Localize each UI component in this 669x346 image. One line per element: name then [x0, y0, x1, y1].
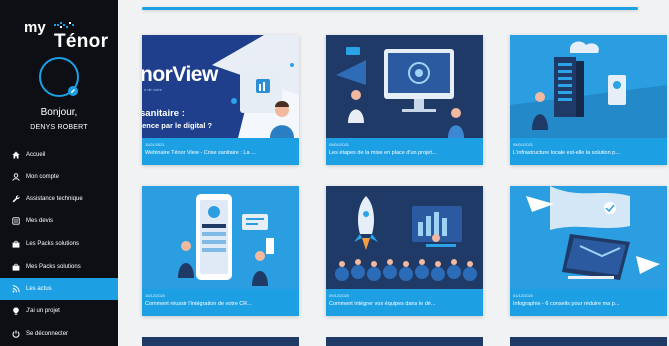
news-card-image [326, 186, 483, 289]
sidebar-item-label: J'ai un projet [26, 308, 60, 314]
news-card-title[interactable]: Les étapes de la mise en place d'un proj… [329, 150, 481, 156]
thumb-logo-text: norView [142, 63, 218, 86]
avatar-edit-button[interactable] [68, 86, 78, 96]
news-card[interactable]: 09/12/2020 Comment intégrer vos équipes … [326, 186, 483, 316]
news-card-date: 05/01/2021 [513, 142, 534, 147]
sidebar-item-label: Accueil [26, 152, 46, 158]
news-card-title[interactable]: L'infrastructure locale est-elle la solu… [513, 150, 665, 156]
sidebar-item-label: Se déconnecter [26, 331, 69, 337]
news-card-date: 15/12/2020 [145, 293, 166, 298]
thumb-tagline: n de votre [144, 87, 162, 92]
news-card-image [510, 35, 667, 138]
news-card[interactable]: 05/01/2021 L'infrastructure locale est-e… [510, 35, 667, 165]
greeting: Bonjour, [40, 107, 78, 118]
news-card-image [326, 35, 483, 138]
thumb-subline: ience par le digital ? [142, 121, 213, 130]
sidebar-item-mon-compte[interactable]: Mon compte [0, 166, 118, 188]
brand-logo[interactable]: my Ténor [22, 18, 108, 52]
thumb-headline: sanitaire : [142, 108, 185, 119]
wrench-icon [12, 195, 20, 203]
sidebar-item-deconnecter[interactable]: Se déconnecter [0, 323, 118, 345]
sidebar-item-projet[interactable]: J'ai un projet [0, 300, 118, 322]
news-card-partial[interactable] [510, 337, 667, 346]
news-card-title[interactable]: Comment intégrer vos équipes dans le dé.… [329, 301, 481, 307]
rss-icon [12, 285, 20, 293]
sidebar-item-mes-packs[interactable]: Mes Packs solutions [0, 256, 118, 278]
news-card[interactable]: norView n de votre sanitaire : ience par… [142, 35, 299, 165]
news-card-partial[interactable] [142, 337, 299, 346]
sidebar-item-accueil[interactable]: Accueil [0, 144, 118, 166]
news-card-title[interactable]: Webinaire Ténor View - Crise sanitaire :… [145, 150, 297, 156]
sidebar-item-label: Les Packs solutions [26, 241, 80, 247]
news-card-date: 11/01/2021 [145, 142, 165, 147]
news-card-title[interactable]: Comment réussir l'intégration de votre C… [145, 301, 297, 307]
news-card-partial[interactable] [326, 337, 483, 346]
sidebar: my Ténor Bonjour, DENYS ROBERT Accueil M… [0, 0, 118, 346]
sidebar-item-les-actus[interactable]: Les actus [0, 278, 118, 300]
news-card-title[interactable]: Infographie - 6 conseils pour réduire ma… [513, 301, 665, 307]
news-card-date: 05/01/2021 [329, 142, 350, 147]
news-card[interactable]: 05/01/2021 Les étapes de la mise en plac… [326, 35, 483, 165]
news-card[interactable]: 01/12/2020 Infographie - 6 conseils pour… [510, 186, 667, 316]
news-card-image [510, 186, 667, 289]
brand-prefix: my [24, 19, 46, 36]
bag-icon [12, 240, 20, 248]
brand-name: Ténor [54, 31, 109, 52]
sidebar-item-label: Les actus [26, 286, 52, 292]
home-icon [12, 151, 20, 159]
sidebar-item-label: Mes Packs solutions [26, 264, 81, 270]
bag-icon [12, 263, 20, 271]
sidebar-item-label: Mon compte [26, 174, 60, 180]
pencil-icon [71, 89, 75, 93]
top-banner [142, 0, 638, 10]
sidebar-item-label: Mes devis [26, 218, 54, 224]
document-icon [12, 217, 20, 225]
news-card[interactable]: 15/12/2020 Comment réussir l'intégration… [142, 186, 299, 316]
brand-dots-icon [54, 22, 74, 28]
sidebar-item-label: Assistance technique [26, 196, 83, 202]
sidebar-item-mes-devis[interactable]: Mes devis [0, 210, 118, 232]
sidebar-item-les-packs[interactable]: Les Packs solutions [0, 233, 118, 255]
news-card-date: 01/12/2020 [513, 293, 534, 298]
news-card-date: 09/12/2020 [329, 293, 350, 298]
sidebar-item-assistance[interactable]: Assistance technique [0, 188, 118, 210]
main-content: norView n de votre sanitaire : ience par… [118, 0, 669, 346]
user-name: DENYS ROBERT [30, 124, 88, 131]
bulb-icon [12, 307, 20, 315]
user-icon [12, 173, 20, 181]
news-card-image [142, 186, 299, 289]
power-icon [12, 330, 20, 338]
